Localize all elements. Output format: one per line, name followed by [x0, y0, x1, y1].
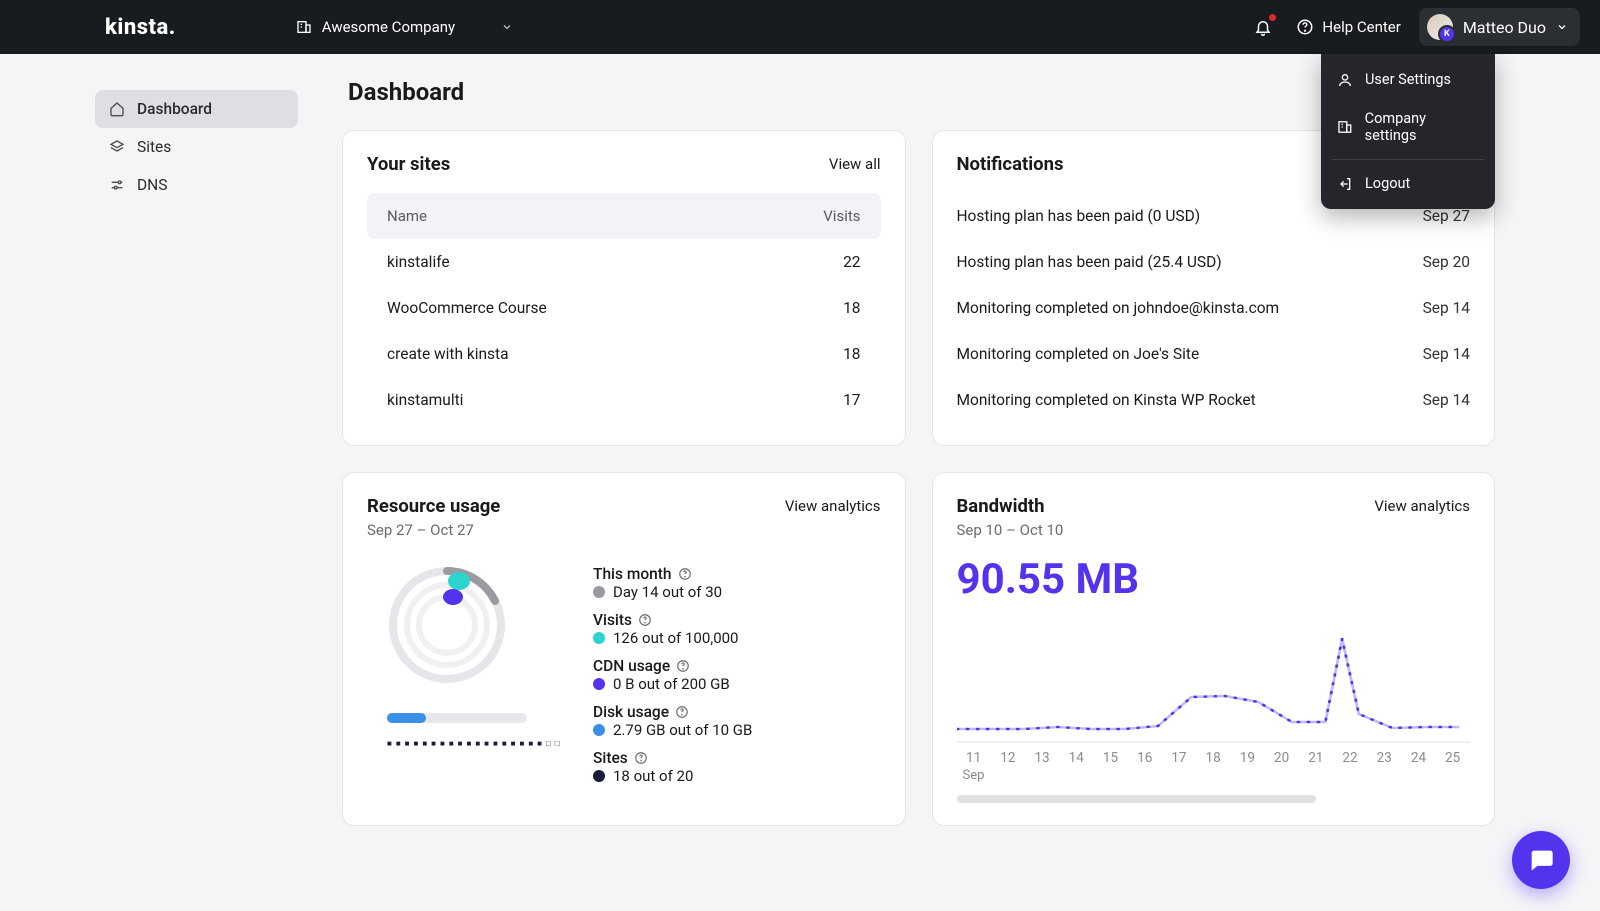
building-icon	[1337, 119, 1353, 135]
table-row[interactable]: kinstamulti17	[367, 377, 881, 423]
user-dropdown: User Settings Company settings Logout	[1321, 54, 1495, 209]
resource-legend: This month Day 14 out of 30 Visits 126 o…	[593, 555, 752, 791]
notifications-bell[interactable]	[1248, 12, 1278, 42]
notification-row[interactable]: Monitoring completed on johndoe@kinsta.c…	[957, 285, 1471, 331]
bandwidth-card: Bandwidth View analytics Sep 10 – Oct 10…	[932, 472, 1496, 826]
date-range: Sep 10 – Oct 10	[957, 521, 1471, 539]
notification-row[interactable]: Monitoring completed on Kinsta WP Rocket…	[957, 377, 1471, 423]
view-analytics-link[interactable]: View analytics	[1374, 497, 1470, 515]
user-menu-button[interactable]: Matteo Duo	[1419, 8, 1580, 46]
layers-icon	[109, 139, 125, 155]
bandwidth-chart	[957, 624, 1471, 744]
card-title: Resource usage	[367, 495, 500, 517]
avatar	[1427, 14, 1453, 40]
bandwidth-x-axis: 111213141516171819202122232425	[957, 750, 1471, 766]
company-name: Awesome Company	[322, 18, 455, 36]
menu-company-settings[interactable]: Company settings	[1321, 99, 1495, 155]
sliders-icon	[109, 177, 125, 193]
swatch-cdn	[593, 678, 605, 690]
sidebar-item-label: Dashboard	[137, 100, 212, 118]
view-analytics-link[interactable]: View analytics	[785, 497, 881, 515]
sidebar: Dashboard Sites DNS	[0, 54, 320, 826]
col-visits: Visits	[823, 207, 860, 225]
menu-user-settings[interactable]: User Settings	[1321, 60, 1495, 99]
resource-donut-chart: ■■■■■■■■■■■■■■■■■■□□	[367, 555, 567, 748]
help-label: Help Center	[1322, 18, 1400, 36]
table-header: Name Visits	[367, 193, 881, 239]
help-center-link[interactable]: Help Center	[1296, 18, 1400, 36]
table-row[interactable]: WooCommerce Course18	[367, 285, 881, 331]
sidebar-item-label: DNS	[137, 176, 167, 194]
col-name: Name	[387, 207, 427, 225]
topbar: kinsta. Awesome Company Help Center Matt…	[0, 0, 1600, 54]
swatch-visits	[593, 632, 605, 644]
card-title: Notifications	[957, 153, 1064, 175]
question-circle-icon[interactable]	[676, 659, 690, 673]
notification-badge	[1269, 14, 1276, 21]
swatch-month	[593, 586, 605, 598]
notification-row[interactable]: Monitoring completed on Joe's SiteSep 14	[957, 331, 1471, 377]
user-name: Matteo Duo	[1463, 18, 1546, 37]
user-icon	[1337, 72, 1353, 88]
building-icon	[296, 19, 312, 35]
question-circle-icon[interactable]	[634, 751, 648, 765]
chevron-down-icon	[501, 21, 513, 33]
card-title: Your sites	[367, 153, 450, 175]
your-sites-card: Your sites View all Name Visits kinstali…	[342, 130, 906, 446]
view-all-link[interactable]: View all	[829, 155, 881, 173]
home-icon	[109, 101, 125, 117]
bell-icon	[1254, 18, 1272, 36]
disk-usage-bar	[387, 713, 527, 723]
sidebar-item-dashboard[interactable]: Dashboard	[95, 90, 298, 128]
company-selector[interactable]: Awesome Company	[296, 18, 513, 36]
date-range: Sep 27 – Oct 27	[367, 521, 881, 539]
swatch-disk	[593, 724, 605, 736]
logout-icon	[1337, 176, 1353, 192]
table-row[interactable]: kinstalife22	[367, 239, 881, 285]
menu-divider	[1331, 159, 1485, 160]
menu-logout[interactable]: Logout	[1321, 164, 1495, 203]
chat-icon	[1527, 846, 1555, 874]
bandwidth-total: 90.55 MB	[957, 555, 1471, 604]
sidebar-item-dns[interactable]: DNS	[95, 166, 298, 204]
sidebar-item-sites[interactable]: Sites	[95, 128, 298, 166]
question-circle-icon[interactable]	[638, 613, 652, 627]
brand-logo: kinsta.	[105, 15, 176, 40]
swatch-sites	[593, 770, 605, 782]
question-circle-icon[interactable]	[675, 705, 689, 719]
question-circle-icon[interactable]	[678, 567, 692, 581]
card-title: Bandwidth	[957, 495, 1045, 517]
table-row[interactable]: create with kinsta18	[367, 331, 881, 377]
sites-usage-dots: ■■■■■■■■■■■■■■■■■■□□	[387, 739, 567, 748]
chevron-down-icon	[1556, 21, 1568, 33]
chat-fab[interactable]	[1512, 831, 1570, 889]
chart-scrollbar[interactable]	[957, 795, 1316, 803]
sidebar-item-label: Sites	[137, 138, 171, 156]
notification-row[interactable]: Hosting plan has been paid (25.4 USD)Sep…	[957, 239, 1471, 285]
question-circle-icon	[1296, 18, 1314, 36]
resource-usage-card: Resource usage View analytics Sep 27 – O…	[342, 472, 906, 826]
bandwidth-x-month: Sep	[963, 768, 1471, 783]
